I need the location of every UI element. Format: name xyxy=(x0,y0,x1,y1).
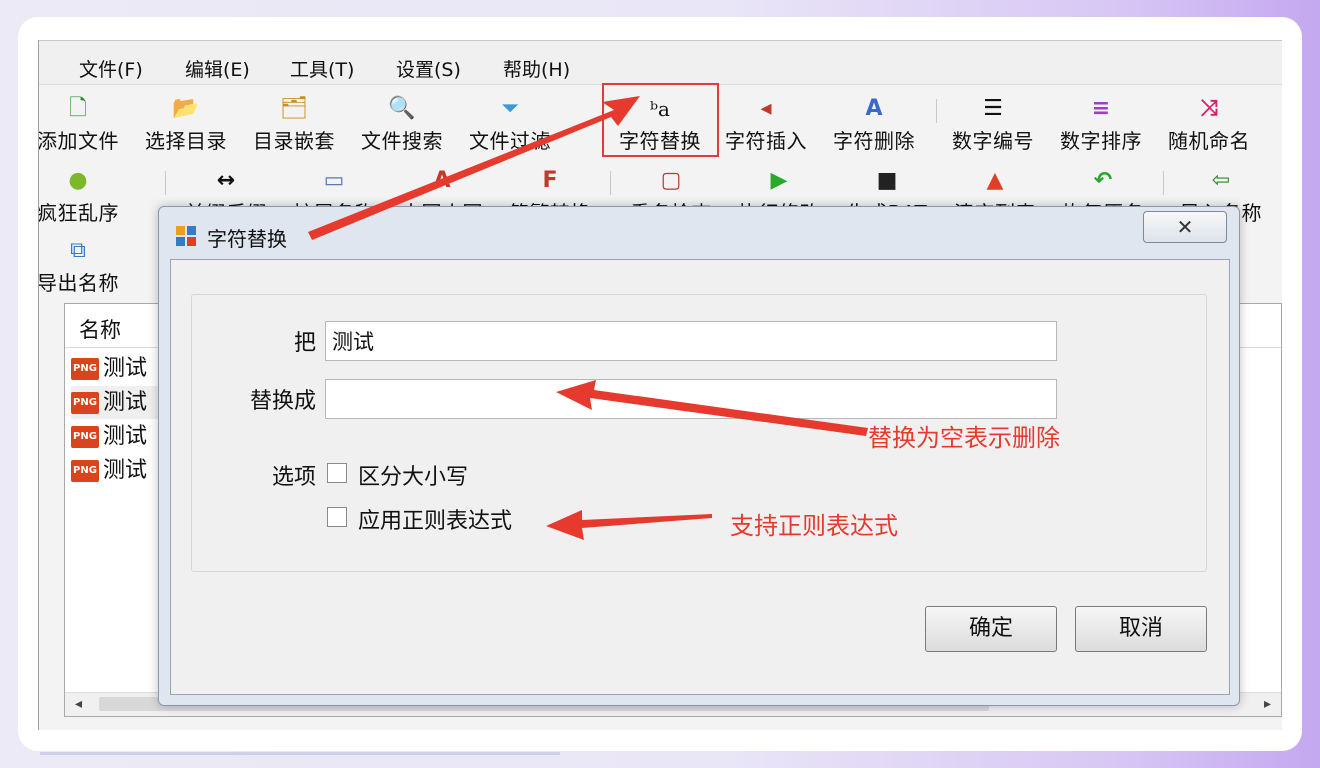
delete-char-icon: A xyxy=(865,96,883,121)
png-file-icon: PNG xyxy=(71,392,99,414)
crazy-shuffle-button[interactable]: ● 疯狂乱序 xyxy=(39,167,132,226)
duplicate-check-icon: ▢ xyxy=(660,168,682,193)
file-filter-button[interactable]: ⏷ 文件过滤 xyxy=(456,95,564,154)
nested-folder-icon: 🗂 xyxy=(280,96,308,121)
case-sensitive-checkbox[interactable] xyxy=(327,463,347,483)
menu-file[interactable]: 文件(F) xyxy=(79,55,143,82)
toolbar-separator xyxy=(165,171,166,195)
arrows-horizontal-icon: ↔ xyxy=(216,168,236,193)
add-file-icon: 🗋 xyxy=(69,96,87,121)
undo-icon: ↶ xyxy=(1093,168,1113,193)
cancel-button[interactable]: 取消 xyxy=(1075,606,1207,652)
char-replace-dialog: 字符替换 ✕ 把 替换成 选项 区分大小写 应用正则表达式 确定 取消 xyxy=(158,206,1240,706)
close-button[interactable]: ✕ xyxy=(1143,211,1227,243)
case-sensitive-label[interactable]: 区分大小写 xyxy=(358,459,468,491)
find-label: 把 xyxy=(293,331,316,356)
add-file-button[interactable]: 🗋 添加文件 xyxy=(39,95,132,154)
sort-icon: ≡ xyxy=(1091,96,1111,121)
list-item[interactable]: PNG 测试 xyxy=(71,454,171,487)
folder-open-icon: 📂 xyxy=(172,96,200,121)
export-name-button[interactable]: ⧉ 导出名称 xyxy=(39,237,132,296)
case-icon: A xyxy=(433,168,451,193)
menu-settings[interactable]: 设置(S) xyxy=(396,55,461,82)
scroll-right-icon[interactable]: ▸ xyxy=(1264,696,1271,712)
dialog-app-icon xyxy=(176,226,196,246)
regex-checkbox[interactable] xyxy=(327,507,347,527)
regex-annotation: 支持正则表达式 xyxy=(730,512,898,540)
list-item[interactable]: PNG 测试 xyxy=(71,386,171,419)
nested-folder-button[interactable]: 🗂 目录嵌套 xyxy=(240,95,348,154)
simplified-traditional-icon: F xyxy=(542,168,558,193)
find-input[interactable] xyxy=(325,321,1057,361)
column-name-header[interactable]: 名称 xyxy=(79,314,121,344)
import-icon: ⇦ xyxy=(1211,168,1231,193)
extension-icon: ▭ xyxy=(323,168,345,193)
empty-replace-annotation: 替换为空表示删除 xyxy=(868,424,1060,452)
png-file-icon: PNG xyxy=(71,358,99,380)
random-name-button[interactable]: ⤨ 随机命名 xyxy=(1155,95,1263,154)
decorative-line xyxy=(40,752,560,755)
menu-edit[interactable]: 编辑(E) xyxy=(185,55,250,82)
insert-icon: ◂ xyxy=(760,96,772,121)
terminal-icon: ■ xyxy=(876,168,898,193)
dialog-body: 把 替换成 选项 区分大小写 应用正则表达式 确定 取消 xyxy=(170,259,1230,695)
char-delete-button[interactable]: A 字符删除 xyxy=(820,95,928,154)
png-file-icon: PNG xyxy=(71,426,99,448)
choose-folder-button[interactable]: 📂 选择目录 xyxy=(132,95,240,154)
options-label: 选项 xyxy=(271,465,316,490)
menu-tools[interactable]: 工具(T) xyxy=(290,55,354,82)
scroll-left-icon[interactable]: ◂ xyxy=(75,696,82,712)
number-button[interactable]: ☰ 数字编号 xyxy=(939,95,1047,154)
list-item[interactable]: PNG 测试 xyxy=(71,420,171,453)
dialog-title: 字符替换 xyxy=(207,227,287,251)
regex-label[interactable]: 应用正则表达式 xyxy=(358,503,512,535)
play-icon: ▶ xyxy=(770,168,788,193)
search-icon: 🔍 xyxy=(388,96,416,121)
toolbar-separator xyxy=(936,99,937,123)
export-icon: ⧉ xyxy=(70,238,86,263)
replace-label: 替换成 xyxy=(249,389,316,414)
png-file-icon: PNG xyxy=(71,460,99,482)
shuffle-icon: ⤨ xyxy=(1200,96,1218,121)
toolbar-separator xyxy=(610,171,611,195)
close-icon: ✕ xyxy=(1176,215,1194,239)
ok-button[interactable]: 确定 xyxy=(925,606,1057,652)
list-item[interactable]: PNG 测试 xyxy=(71,352,171,385)
highlight-frame xyxy=(602,83,719,157)
android-icon: ● xyxy=(68,168,88,193)
sort-button[interactable]: ≡ 数字排序 xyxy=(1047,95,1155,154)
filter-icon: ⏷ xyxy=(501,96,519,121)
menu-bar: 文件(F) 编辑(E) 工具(T) 设置(S) 帮助(H) xyxy=(39,41,1282,85)
menu-help[interactable]: 帮助(H) xyxy=(503,55,570,82)
file-search-button[interactable]: 🔍 文件搜索 xyxy=(348,95,456,154)
char-insert-button[interactable]: ◂ 字符插入 xyxy=(712,95,820,154)
eraser-icon: ▲ xyxy=(986,168,1004,193)
replace-input[interactable] xyxy=(325,379,1057,419)
numbered-list-icon: ☰ xyxy=(983,96,1003,121)
toolbar-separator xyxy=(1163,171,1164,195)
